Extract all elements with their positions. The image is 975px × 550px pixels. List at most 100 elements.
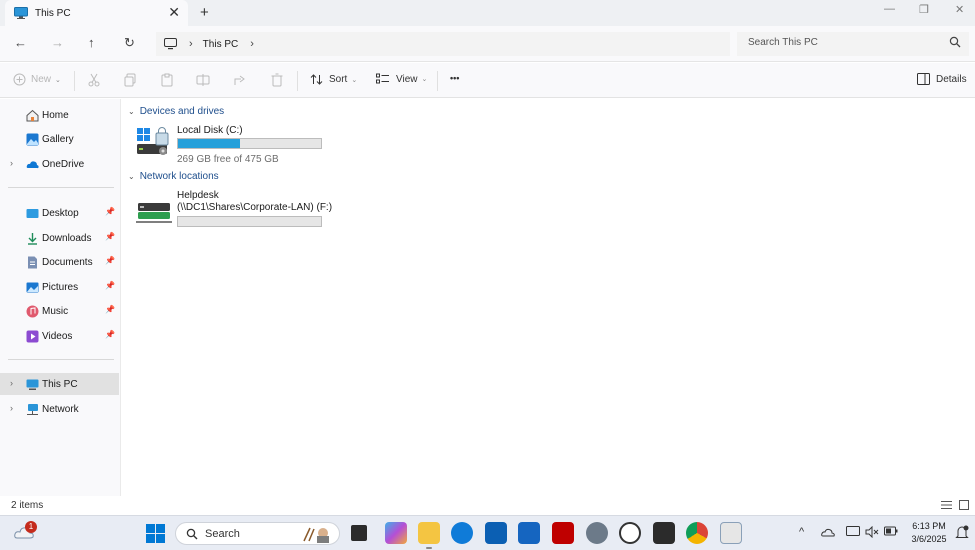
sidebar-item-label: Documents <box>42 256 93 268</box>
app-circle-icon[interactable] <box>619 522 641 544</box>
refresh-button[interactable]: ↻ <box>124 35 135 51</box>
pin-icon[interactable]: 📌 <box>105 305 115 314</box>
system-clock[interactable]: 6:13 PM 3/6/2025 <box>903 520 955 546</box>
battery-icon[interactable] <box>884 526 898 536</box>
tiles-view-icon[interactable] <box>959 500 969 510</box>
paste-icon[interactable] <box>160 73 174 87</box>
sidebar-item-label: Desktop <box>42 207 79 219</box>
sidebar-item-label: Downloads <box>42 232 92 244</box>
sidebar-item-desktop[interactable]: Desktop 📌 <box>0 202 119 224</box>
sidebar-item-documents[interactable]: Documents 📌 <box>0 251 119 273</box>
sidebar-item-network[interactable]: › Network <box>0 398 119 420</box>
outlook-icon[interactable] <box>518 522 540 544</box>
close-tab-button[interactable]: ✕ <box>168 4 180 20</box>
monitor-outline-icon <box>164 38 177 50</box>
filezilla-icon[interactable] <box>552 522 574 544</box>
pin-icon[interactable]: 📌 <box>105 281 115 290</box>
drive-item-network-helpdesk[interactable]: Helpdesk (\\DC1\Shares\Corporate-LAN) (F… <box>136 190 336 230</box>
chevron-right-icon[interactable]: › <box>10 378 13 388</box>
group-header-network[interactable]: ⌄ Network locations <box>128 171 219 182</box>
chrome-icon[interactable] <box>686 522 708 544</box>
chevron-down-icon: ⌄ <box>128 172 135 181</box>
delete-icon[interactable] <box>270 73 284 87</box>
chevron-down-icon: ⌄ <box>55 76 61 84</box>
home-icon <box>26 109 39 121</box>
back-button[interactable]: ← <box>14 35 27 51</box>
notification-center-icon[interactable] <box>955 525 969 540</box>
plus-circle-icon <box>13 73 26 86</box>
chevron-right-icon[interactable]: › <box>10 158 13 168</box>
chevron-down-icon: ⌄ <box>128 107 135 116</box>
item-count: 2 items <box>11 500 44 511</box>
window-close-button[interactable]: ✕ <box>955 3 964 16</box>
settings-icon[interactable] <box>586 522 608 544</box>
details-pane-button[interactable]: Details <box>917 73 967 85</box>
sidebar-item-label: This PC <box>42 378 78 390</box>
pin-icon[interactable]: 📌 <box>105 232 115 241</box>
pin-icon[interactable]: 📌 <box>105 256 115 265</box>
sidebar-item-home[interactable]: Home <box>0 104 119 126</box>
sort-button[interactable]: Sort ⌄ <box>310 73 357 86</box>
share-icon[interactable] <box>233 73 247 87</box>
drive-item-local-disk[interactable]: Local Disk (C:) 269 GB free of 475 GB <box>136 125 336 165</box>
sidebar-divider <box>8 187 114 188</box>
up-button[interactable]: ↑ <box>88 35 95 51</box>
sidebar-item-downloads[interactable]: Downloads 📌 <box>0 227 119 249</box>
tab-title: This PC <box>35 7 71 19</box>
sidebar-item-gallery[interactable]: Gallery <box>0 128 119 150</box>
new-label: New <box>31 74 52 85</box>
taskbar-search-input[interactable]: Search <box>175 522 340 545</box>
sidebar-item-music[interactable]: Music 📌 <box>0 300 119 322</box>
display-tray-icon[interactable] <box>846 526 860 538</box>
this-pc-icon <box>26 379 39 390</box>
volume-muted-icon[interactable] <box>865 526 879 538</box>
chevron-right-icon[interactable]: › <box>10 403 13 413</box>
sidebar-item-label: Gallery <box>42 133 74 145</box>
navigation-bar: ← → ↑ ↻ › This PC › Search This PC <box>0 26 975 62</box>
sidebar-item-pictures[interactable]: Pictures 📌 <box>0 276 119 298</box>
address-bar[interactable]: › This PC › <box>156 32 730 56</box>
details-pane-icon <box>917 73 930 85</box>
new-button[interactable]: New ⌄ <box>13 73 61 86</box>
rename-icon[interactable] <box>196 73 210 87</box>
search-input[interactable]: Search This PC <box>737 32 969 56</box>
microsoft-store-icon[interactable] <box>485 522 507 544</box>
breadcrumb-expand-chevron[interactable]: › <box>250 38 254 50</box>
file-explorer-icon[interactable] <box>418 522 440 544</box>
tab-this-pc[interactable]: This PC ✕ <box>5 0 188 26</box>
group-header-label: Devices and drives <box>139 106 225 117</box>
onedrive-tray-icon[interactable] <box>821 526 836 538</box>
forward-button[interactable]: → <box>51 35 64 51</box>
terminal-icon[interactable] <box>653 522 675 544</box>
new-tab-button[interactable]: + <box>200 4 209 21</box>
network-tool-icon[interactable] <box>720 522 742 544</box>
maximize-button[interactable]: ❐ <box>919 3 929 16</box>
m365-copilot-icon[interactable] <box>385 522 407 544</box>
sidebar-item-label: Pictures <box>42 281 79 293</box>
sidebar-divider <box>8 359 114 360</box>
cut-icon[interactable] <box>87 73 101 87</box>
pin-icon[interactable]: 📌 <box>105 330 115 339</box>
pin-icon[interactable]: 📌 <box>105 207 115 216</box>
drive-path: (\\DC1\Shares\Corporate-LAN) (F:) <box>177 202 333 213</box>
clock-date: 3/6/2025 <box>911 534 947 544</box>
task-view-icon[interactable] <box>351 525 367 541</box>
title-bar: This PC ✕ + — ❐ ✕ <box>0 0 975 26</box>
edge-icon[interactable] <box>451 522 473 544</box>
view-button[interactable]: View ⌄ <box>376 73 427 85</box>
taskbar: 1 Search ^ 6:13 PM 3/6/2025 <box>0 515 975 550</box>
minimize-button[interactable]: — <box>884 3 895 15</box>
breadcrumb-this-pc[interactable]: This PC <box>203 39 239 50</box>
toolbar-divider <box>74 71 75 91</box>
sidebar-item-onedrive[interactable]: › OneDrive <box>0 153 119 175</box>
sidebar-item-this-pc[interactable]: › This PC <box>0 373 119 395</box>
details-view-icon[interactable] <box>941 500 952 510</box>
group-header-devices[interactable]: ⌄ Devices and drives <box>128 106 224 117</box>
network-icon <box>27 403 38 415</box>
copy-icon[interactable] <box>123 73 137 87</box>
windows-start-icon[interactable] <box>146 524 165 543</box>
more-options-button[interactable]: ••• <box>450 73 459 83</box>
show-hidden-icons-button[interactable]: ^ <box>799 526 804 538</box>
drive-name: Helpdesk <box>177 190 219 201</box>
sidebar-item-videos[interactable]: Videos 📌 <box>0 325 119 347</box>
